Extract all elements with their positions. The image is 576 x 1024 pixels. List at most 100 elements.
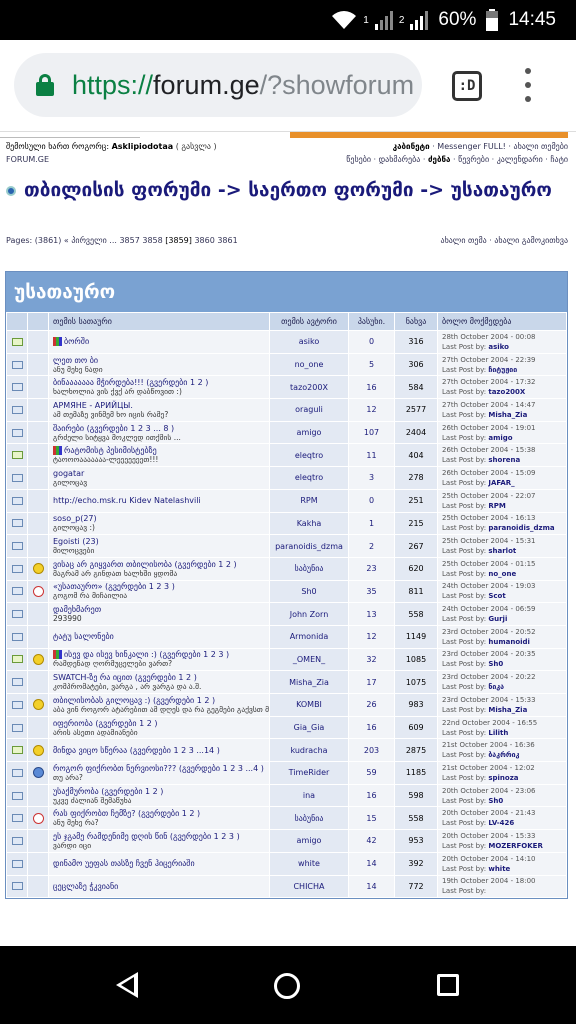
topic-title-link[interactable]: ტატუ სალონები bbox=[53, 632, 114, 641]
topic-author[interactable]: eleqtro bbox=[269, 466, 349, 490]
new-topic-links[interactable]: ახალი თემა · ახალი გამოკითხვა bbox=[441, 236, 569, 245]
last-post-label[interactable]: Last Post by: bbox=[442, 615, 486, 623]
topic-author[interactable]: kudracha bbox=[269, 738, 349, 763]
topic-title-link[interactable]: ვისაც არ გიყვართ თბილისობა (გვერდები 1 2… bbox=[53, 560, 237, 569]
topic-title-link[interactable]: როგორ ფიქრობთ ნერვიოსი??? (გვერდები 1 2 … bbox=[53, 764, 264, 773]
last-post-author[interactable]: asiko bbox=[488, 343, 509, 351]
topic-author[interactable]: CHICHA bbox=[269, 874, 349, 899]
last-post-label[interactable]: Last Post by: bbox=[442, 638, 486, 646]
last-post-author[interactable]: white bbox=[488, 865, 510, 873]
topic-author[interactable]: TimeRider bbox=[269, 761, 349, 785]
nav-search[interactable]: ძებნა bbox=[428, 155, 450, 164]
topic-author[interactable]: tazo200X bbox=[269, 375, 349, 400]
topic-replies[interactable]: 32 bbox=[348, 647, 395, 672]
topic-title-link[interactable]: http://echo.msk.ru Kidev Natelashvili bbox=[53, 496, 201, 505]
topic-author[interactable]: amigo bbox=[269, 829, 349, 853]
last-post-label[interactable]: Last Post by: bbox=[442, 592, 486, 600]
col-title[interactable]: თემის სათაური bbox=[48, 312, 270, 331]
address-bar[interactable]: https://forum.ge/?showforum bbox=[14, 53, 422, 117]
last-post-author[interactable]: MOZERFOKER bbox=[488, 842, 543, 850]
last-post-label[interactable]: Last Post by: bbox=[442, 729, 486, 737]
topic-title-link[interactable]: დამეხმარეთ bbox=[53, 605, 101, 614]
last-post-author[interactable]: amigo bbox=[488, 434, 512, 442]
last-post-author[interactable]: Scot bbox=[488, 592, 505, 600]
topic-replies[interactable]: 11 bbox=[348, 443, 395, 468]
topic-author[interactable]: ina bbox=[269, 783, 349, 808]
last-post-author[interactable]: paranoidis_dzma bbox=[488, 524, 554, 532]
last-post-label[interactable]: Last Post by: bbox=[442, 706, 486, 714]
last-post-author[interactable]: Sh0 bbox=[488, 660, 503, 668]
logout-link[interactable]: ( გასვლა ) bbox=[176, 142, 217, 151]
topic-author[interactable]: Kakha bbox=[269, 511, 349, 536]
topic-replies[interactable]: 14 bbox=[348, 851, 395, 876]
last-post-author[interactable]: JAFAR_ bbox=[488, 479, 514, 487]
nav-calendar[interactable]: კალენდარი bbox=[497, 155, 543, 164]
first-page-link[interactable]: « პირველი ... bbox=[64, 236, 117, 245]
topic-replies[interactable]: 17 bbox=[348, 670, 395, 694]
topic-title-link[interactable]: რას ფიქრობთ ჩემზე? (გვერდები 1 2 ) bbox=[53, 809, 200, 818]
topic-replies[interactable]: 16 bbox=[348, 375, 395, 400]
topic-replies[interactable]: 16 bbox=[348, 783, 395, 808]
topic-replies[interactable]: 13 bbox=[348, 602, 395, 626]
topic-replies[interactable]: 35 bbox=[348, 579, 395, 604]
topic-replies[interactable]: 1 bbox=[348, 511, 395, 536]
last-post-author[interactable]: RPM bbox=[488, 502, 506, 510]
topic-title-link[interactable]: Egoisti (23) bbox=[53, 537, 99, 546]
topic-title-link[interactable]: რატომისტ პესიმისტებზე bbox=[64, 446, 157, 455]
last-post-label[interactable]: Last Post by: bbox=[442, 570, 486, 578]
lock-icon[interactable] bbox=[36, 74, 54, 96]
col-last-action[interactable]: ბოლო მოქმედება bbox=[437, 312, 567, 331]
topic-title-link[interactable]: ლეთ თო ბი bbox=[53, 356, 98, 365]
last-post-author[interactable]: Gurji bbox=[488, 615, 507, 623]
last-post-label[interactable]: Last Post by: bbox=[442, 524, 486, 532]
recents-icon[interactable] bbox=[437, 974, 459, 996]
last-post-label[interactable]: Last Post by: bbox=[442, 887, 486, 895]
last-post-label[interactable]: Last Post by: bbox=[442, 819, 486, 827]
topic-title-link[interactable]: ბორში bbox=[64, 337, 89, 346]
last-post-author[interactable]: Misha_Zia bbox=[488, 411, 527, 419]
topic-title-link[interactable]: შაირები (გვერდები 1 2 3 ... 8 ) bbox=[53, 424, 174, 433]
topic-title-link[interactable]: უსაქმურობა (გვერდები 1 2 ) bbox=[53, 787, 163, 796]
last-post-author[interactable]: ჩიტუჟიი bbox=[488, 366, 517, 374]
topic-author[interactable]: John Zorn bbox=[269, 602, 349, 626]
username-link[interactable]: Asklipiodotaa bbox=[112, 142, 174, 151]
last-post-label[interactable]: Last Post by: bbox=[442, 865, 486, 873]
last-post-label[interactable]: Last Post by: bbox=[442, 343, 486, 351]
last-post-label[interactable]: Last Post by: bbox=[442, 366, 486, 374]
nav-members[interactable]: წევრები bbox=[458, 155, 489, 164]
overflow-menu-icon[interactable] bbox=[524, 68, 532, 102]
last-post-author[interactable]: Misha_Zia bbox=[488, 706, 527, 714]
last-post-label[interactable]: Last Post by: bbox=[442, 479, 486, 487]
topic-replies[interactable]: 3 bbox=[348, 466, 395, 490]
topic-title-link[interactable]: იფერიობა (გვერდები 1 2 ) bbox=[53, 719, 157, 728]
topic-replies[interactable]: 42 bbox=[348, 829, 395, 853]
col-author[interactable]: თემის ავტორი bbox=[269, 312, 349, 331]
topic-replies[interactable]: 12 bbox=[348, 624, 395, 649]
last-post-label[interactable]: Last Post by: bbox=[442, 456, 486, 464]
last-post-label[interactable]: Last Post by: bbox=[442, 774, 486, 782]
topic-author[interactable]: white bbox=[269, 851, 349, 876]
last-post-label[interactable]: Last Post by: bbox=[442, 751, 486, 759]
site-name[interactable]: FORUM.GE bbox=[6, 155, 49, 164]
topic-title-link[interactable]: gogatar bbox=[53, 469, 84, 478]
last-post-label[interactable]: Last Post by: bbox=[442, 411, 486, 419]
topic-title-link[interactable]: SWATCH-ზე რა იცით (გვერდები 1 2 ) bbox=[53, 673, 197, 682]
last-post-author[interactable]: spinoza bbox=[488, 774, 518, 782]
last-post-author[interactable]: humanoidi bbox=[488, 638, 530, 646]
topic-replies[interactable]: 16 bbox=[348, 715, 395, 740]
last-post-author[interactable]: no_one bbox=[488, 570, 516, 578]
last-post-author[interactable]: ბაკრრიკ bbox=[488, 751, 519, 759]
last-post-author[interactable]: Lilith bbox=[488, 729, 508, 737]
col-views[interactable]: ნახვა bbox=[394, 312, 438, 331]
last-post-label[interactable]: Last Post by: bbox=[442, 660, 486, 668]
last-post-author[interactable]: tazo200X bbox=[488, 388, 525, 396]
topic-replies[interactable]: 107 bbox=[348, 420, 395, 445]
topic-title-link[interactable]: «უსათაურო» (გვერდები 1 2 3 ) bbox=[53, 582, 175, 591]
last-post-author[interactable]: LV-426 bbox=[488, 819, 514, 827]
last-post-label[interactable]: Last Post by: bbox=[442, 547, 486, 555]
topic-title-link[interactable]: ცეცლაზე ჭკვიანი bbox=[53, 882, 118, 891]
last-post-label[interactable]: Last Post by: bbox=[442, 388, 486, 396]
ad-banner[interactable] bbox=[290, 132, 568, 138]
last-post-author[interactable]: Sh0 bbox=[488, 797, 503, 805]
topic-author[interactable]: asiko bbox=[269, 330, 349, 354]
